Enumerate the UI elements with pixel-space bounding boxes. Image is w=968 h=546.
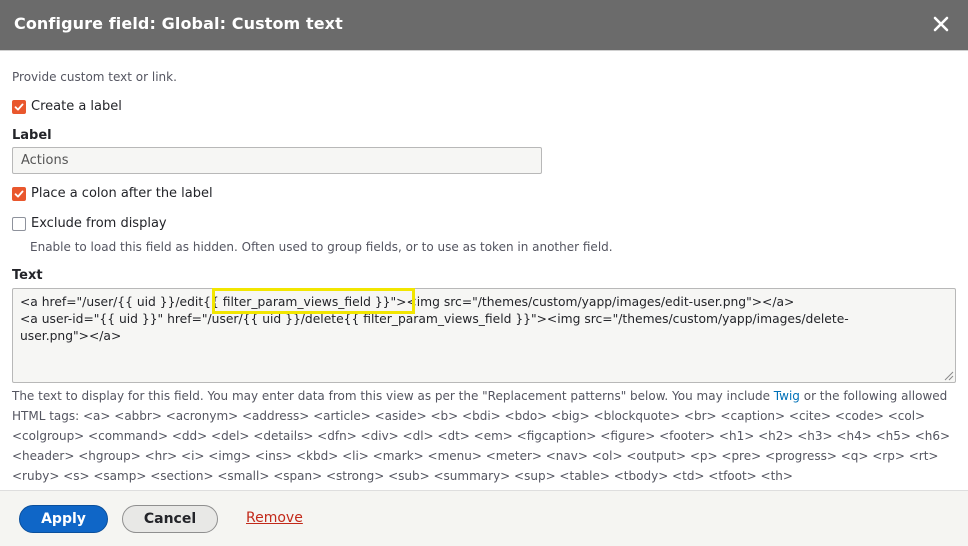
- create-label-checkbox[interactable]: [12, 99, 26, 114]
- colon-option[interactable]: Place a colon after the label: [12, 186, 213, 201]
- help-text-after: or the following allowed HTML tags: <a> …: [12, 389, 951, 483]
- exclude-option[interactable]: Exclude from display: [12, 216, 167, 231]
- create-label-text: Create a label: [31, 99, 122, 114]
- checkmark-icon: [14, 103, 24, 110]
- apply-button[interactable]: Apply: [19, 505, 108, 533]
- label-input[interactable]: Actions: [12, 147, 542, 174]
- form-description: Provide custom text or link.: [12, 70, 177, 84]
- text-textarea[interactable]: <a href="/user/{{ uid }}/edit{{ filter_p…: [12, 288, 956, 383]
- twig-link[interactable]: Twig: [774, 389, 800, 403]
- dialog-content: Provide custom text or link. Create a la…: [0, 50, 968, 490]
- exclude-hint: Enable to load this field as hidden. Oft…: [30, 240, 613, 254]
- colon-checkbox[interactable]: [12, 186, 26, 201]
- exclude-option-text: Exclude from display: [31, 216, 167, 231]
- dialog-footer: Apply Cancel Remove: [0, 490, 968, 546]
- resize-grip-icon[interactable]: [942, 369, 954, 381]
- close-icon[interactable]: [932, 15, 950, 33]
- exclude-checkbox[interactable]: [12, 216, 26, 231]
- checkmark-icon: [14, 190, 24, 197]
- create-label-option[interactable]: Create a label: [12, 99, 122, 114]
- cancel-button[interactable]: Cancel: [122, 505, 218, 533]
- text-help: The text to display for this field. You …: [12, 386, 962, 486]
- label-field-title: Label: [12, 128, 52, 143]
- dialog-title: Configure field: Global: Custom text: [14, 14, 343, 33]
- help-text-before: The text to display for this field. You …: [12, 389, 774, 403]
- remove-link[interactable]: Remove: [246, 510, 303, 526]
- text-field-title: Text: [12, 268, 43, 283]
- colon-option-text: Place a colon after the label: [31, 186, 213, 201]
- dialog-titlebar: Configure field: Global: Custom text: [0, 0, 968, 50]
